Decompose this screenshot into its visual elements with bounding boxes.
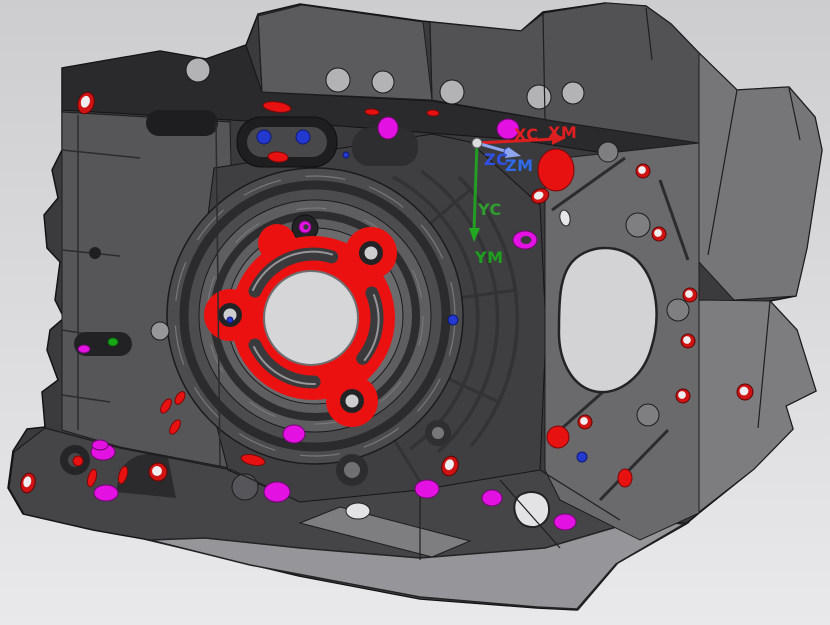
boss-bottom-donut-core (344, 462, 360, 478)
magenta-shape (554, 514, 576, 530)
bolt-hole-core (346, 395, 359, 408)
boss (527, 85, 551, 109)
red-marker[interactable] (427, 110, 439, 116)
boss (326, 68, 350, 92)
magenta-shape (378, 117, 398, 139)
ringhole-shape (580, 417, 588, 425)
red-shape (73, 456, 83, 466)
magenta-marker[interactable] (264, 482, 290, 502)
red-shape (547, 426, 569, 448)
boss-right-1 (626, 213, 650, 237)
blue-shape (257, 130, 271, 144)
red-marker[interactable] (618, 469, 632, 487)
blue-marker[interactable] (448, 315, 458, 325)
blue-shape (343, 152, 349, 158)
boss-bottom-2-core (432, 427, 444, 439)
green-shape (108, 338, 118, 346)
magenta-marker[interactable] (554, 514, 576, 530)
red-highlight-blob[interactable] (538, 149, 574, 191)
blue-shape (448, 315, 458, 325)
magenta-shape (92, 440, 108, 450)
left-hole-dark (89, 247, 101, 259)
axis-label-yc[interactable]: YC (477, 200, 502, 219)
pocket-left-slot (146, 110, 218, 136)
red-marker[interactable] (73, 456, 83, 466)
red-shape (538, 149, 574, 191)
ringhole-shape (685, 290, 693, 298)
boss-bottom-1 (232, 474, 258, 500)
ringhole-marker[interactable] (149, 463, 167, 481)
through-hole-right (559, 248, 657, 392)
red-shape (618, 469, 632, 487)
magenta-shape (264, 482, 290, 502)
magenta-shape (415, 480, 439, 498)
boss-right-4 (637, 404, 659, 426)
axis-label-xc[interactable]: XC (514, 125, 539, 144)
flange-center-bore (264, 271, 358, 365)
axis-label-ym[interactable]: YM (474, 248, 504, 267)
ringhole-shape (740, 387, 749, 396)
red-shape (427, 110, 439, 116)
red-highlight-dot[interactable] (547, 426, 569, 448)
magenta-marker[interactable] (415, 480, 439, 498)
boss-right-3 (667, 299, 689, 321)
cad-viewport[interactable]: XC XM ZC ZM YC YM (0, 0, 830, 625)
ringhole-marker[interactable] (652, 227, 666, 241)
axis-label-zm[interactable]: ZM (505, 156, 534, 175)
ringhole-shape (683, 336, 691, 344)
magenta-shape (521, 236, 532, 244)
ringhole-marker[interactable] (683, 288, 697, 302)
ringhole-shape (638, 166, 646, 174)
blue-marker[interactable] (227, 317, 233, 323)
blue-marker[interactable] (577, 452, 587, 462)
ringhole-marker[interactable] (737, 384, 753, 400)
magenta-marker[interactable] (482, 490, 502, 506)
blue-marker[interactable] (343, 152, 349, 158)
magenta-marker[interactable] (78, 345, 90, 353)
blue-shape (227, 317, 233, 323)
magenta-marker[interactable] (378, 117, 398, 139)
ringhole-shape (152, 466, 162, 476)
axis-label-xm[interactable]: XM (548, 123, 577, 142)
ringhole-shape (678, 391, 686, 399)
left-hole-light (151, 322, 169, 340)
magenta-shape (283, 425, 305, 443)
triad-origin (472, 138, 482, 148)
blue-marker[interactable] (296, 130, 310, 144)
ringhole-marker[interactable] (681, 334, 695, 348)
boss (440, 80, 464, 104)
bolt-hole-core (365, 247, 378, 260)
boss (372, 71, 394, 93)
white-hole-bottom-center (346, 503, 370, 519)
viewport-canvas[interactable]: XC XM ZC ZM YC YM (0, 0, 830, 625)
magenta-marker[interactable] (94, 485, 118, 501)
ringhole-marker[interactable] (578, 415, 592, 429)
ringhole-shape (654, 229, 662, 237)
blue-shape (577, 452, 587, 462)
magenta-shape (303, 224, 308, 229)
magenta-shape (94, 485, 118, 501)
magenta-shape (482, 490, 502, 506)
boss (562, 82, 584, 104)
magenta-marker[interactable] (513, 231, 537, 249)
magenta-marker[interactable] (283, 425, 305, 443)
boss-right-2 (598, 142, 618, 162)
magenta-shape (78, 345, 90, 353)
white-hole-bottom-right (514, 492, 549, 527)
blue-marker[interactable] (257, 130, 271, 144)
green-marker[interactable] (108, 338, 118, 346)
blue-shape (296, 130, 310, 144)
ringhole-marker[interactable] (636, 164, 650, 178)
magenta-marker[interactable] (299, 221, 311, 233)
ringhole-marker[interactable] (676, 389, 690, 403)
boss (186, 58, 210, 82)
magenta-marker[interactable] (92, 440, 108, 450)
